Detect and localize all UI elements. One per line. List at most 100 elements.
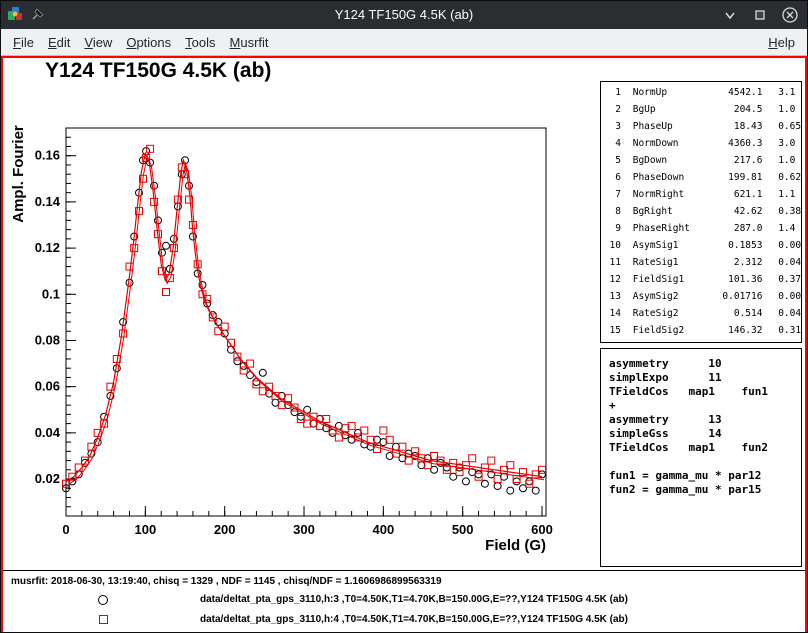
param-error: 1.0 bbox=[778, 101, 795, 118]
param-name: FieldSig2 bbox=[633, 322, 711, 339]
root-canvas: Y124 TF150G 4.5K (ab) 010020030040050060… bbox=[1, 56, 807, 633]
param-row: 2 BgUp 204.5 1.0 bbox=[605, 101, 801, 118]
menubar: File Edit View Options Tools Musrfit Hel… bbox=[1, 29, 807, 56]
param-row: 1 NormUp 4542.1 3.1 bbox=[605, 84, 801, 101]
y-tick-label: 0.1 bbox=[42, 286, 60, 301]
close-icon[interactable] bbox=[781, 6, 799, 24]
param-row: 4 NormDown 4360.3 3.0 bbox=[605, 135, 801, 152]
param-name: PhaseRight bbox=[633, 220, 711, 237]
x-axis-title: Field (G) bbox=[485, 537, 546, 554]
menu-file[interactable]: File bbox=[6, 31, 41, 54]
param-row: 12 FieldSig1 101.36 0.37 bbox=[605, 271, 801, 288]
param-number: 15 bbox=[605, 322, 621, 339]
param-value: 621.1 bbox=[716, 186, 762, 203]
param-number: 6 bbox=[605, 169, 621, 186]
y-tick-label: 0.14 bbox=[35, 194, 61, 209]
param-value: 217.6 bbox=[716, 152, 762, 169]
param-name: AsymSig2 bbox=[633, 288, 711, 305]
param-row: 6 PhaseDown 199.81 0.62 bbox=[605, 169, 801, 186]
y-tick-label: 0.08 bbox=[35, 332, 60, 347]
menu-musrfit[interactable]: Musrfit bbox=[223, 31, 276, 54]
chevron-down-icon[interactable] bbox=[721, 6, 739, 24]
titlebar[interactable]: Y124 TF150G 4.5K (ab) bbox=[1, 1, 807, 29]
param-name: RateSig2 bbox=[633, 305, 711, 322]
series-data-h-4 bbox=[63, 145, 546, 487]
param-value: 0.514 bbox=[716, 305, 762, 322]
legend-text-h4: data/deltat_pta_gps_3110,h:4 ,T0=4.50K,T… bbox=[200, 614, 628, 625]
maximize-icon[interactable] bbox=[751, 6, 769, 24]
param-name: PhaseDown bbox=[633, 169, 711, 186]
param-error: 0.65 bbox=[778, 118, 801, 135]
param-number: 1 bbox=[605, 84, 621, 101]
menu-options[interactable]: Options bbox=[119, 31, 178, 54]
param-row: 13 AsymSig2 0.01716 0.00098 bbox=[605, 288, 801, 305]
param-row: 15 FieldSig2 146.32 0.31 bbox=[605, 322, 801, 339]
param-error: 3.0 bbox=[778, 135, 795, 152]
theory-text: asymmetry 10 simplExpo 11 TFieldCos map1… bbox=[609, 357, 801, 497]
param-name: PhaseUp bbox=[633, 118, 711, 135]
window-title: Y124 TF150G 4.5K (ab) bbox=[1, 7, 807, 22]
param-error: 0.62 bbox=[778, 169, 801, 186]
param-name: BgUp bbox=[633, 101, 711, 118]
param-row: 14 RateSig2 0.514 0.045 bbox=[605, 305, 801, 322]
param-error: 0.38 bbox=[778, 203, 801, 220]
param-name: NormRight bbox=[633, 186, 711, 203]
param-error: 0.043 bbox=[778, 254, 802, 271]
param-value: 101.36 bbox=[716, 271, 762, 288]
param-number: 2 bbox=[605, 101, 621, 118]
x-tick-label: 500 bbox=[452, 522, 474, 537]
param-name: BgRight bbox=[633, 203, 711, 220]
series-fit bbox=[66, 153, 544, 484]
param-value: 287.0 bbox=[716, 220, 762, 237]
param-row: 8 BgRight 42.62 0.38 bbox=[605, 203, 801, 220]
x-tick-label: 600 bbox=[531, 522, 553, 537]
menu-edit[interactable]: Edit bbox=[41, 31, 77, 54]
chart-canvas[interactable]: 01002003004005006000.020.040.060.080.10.… bbox=[3, 58, 603, 570]
param-row: 11 RateSig1 2.312 0.043 bbox=[605, 254, 801, 271]
param-error: 0.045 bbox=[778, 305, 802, 322]
y-tick-label: 0.16 bbox=[35, 148, 60, 163]
param-row: 5 BgDown 217.6 1.0 bbox=[605, 152, 801, 169]
x-tick-label: 100 bbox=[134, 522, 156, 537]
circle-marker-icon bbox=[98, 595, 108, 605]
param-number: 8 bbox=[605, 203, 621, 220]
param-row: 10 AsymSig1 0.1853 0.0028 bbox=[605, 237, 801, 254]
param-number: 5 bbox=[605, 152, 621, 169]
param-error: 1.0 bbox=[778, 152, 795, 169]
param-number: 14 bbox=[605, 305, 621, 322]
param-error: 1.1 bbox=[778, 186, 795, 203]
param-number: 9 bbox=[605, 220, 621, 237]
param-number: 10 bbox=[605, 237, 621, 254]
param-number: 11 bbox=[605, 254, 621, 271]
param-number: 4 bbox=[605, 135, 621, 152]
menu-view[interactable]: View bbox=[77, 31, 119, 54]
y-tick-label: 0.02 bbox=[35, 471, 60, 486]
param-error: 0.0028 bbox=[778, 237, 802, 254]
param-value: 0.01716 bbox=[716, 288, 762, 305]
menu-help[interactable]: Help bbox=[761, 31, 802, 54]
theory-pave: asymmetry 10 simplExpo 11 TFieldCos map1… bbox=[600, 348, 802, 567]
param-value: 146.32 bbox=[716, 322, 762, 339]
y-tick-label: 0.04 bbox=[35, 425, 61, 440]
param-number: 7 bbox=[605, 186, 621, 203]
legend-text-h3: data/deltat_pta_gps_3110,h:3 ,T0=4.50K,T… bbox=[200, 594, 628, 605]
application-window: Y124 TF150G 4.5K (ab) File Edit View Opt… bbox=[0, 0, 808, 633]
plot-axes bbox=[66, 128, 546, 516]
param-name: FieldSig1 bbox=[633, 271, 711, 288]
param-value: 4360.3 bbox=[716, 135, 762, 152]
menu-tools[interactable]: Tools bbox=[178, 31, 222, 54]
x-tick-label: 200 bbox=[214, 522, 236, 537]
param-name: NormDown bbox=[633, 135, 711, 152]
y-tick-label: 0.06 bbox=[35, 379, 60, 394]
legend-pave: musrfit: 2018-06-30, 13:19:40, chisq = 1… bbox=[3, 570, 805, 632]
param-error: 0.37 bbox=[778, 271, 801, 288]
x-tick-label: 300 bbox=[293, 522, 315, 537]
param-error: 1.4 bbox=[778, 220, 795, 237]
legend-row: data/deltat_pta_gps_3110,h:3 ,T0=4.50K,T… bbox=[3, 592, 805, 610]
square-marker-icon bbox=[99, 615, 108, 624]
param-number: 3 bbox=[605, 118, 621, 135]
param-value: 204.5 bbox=[716, 101, 762, 118]
param-number: 13 bbox=[605, 288, 621, 305]
param-error: 0.00098 bbox=[778, 288, 802, 305]
y-tick-label: 0.12 bbox=[35, 240, 60, 255]
